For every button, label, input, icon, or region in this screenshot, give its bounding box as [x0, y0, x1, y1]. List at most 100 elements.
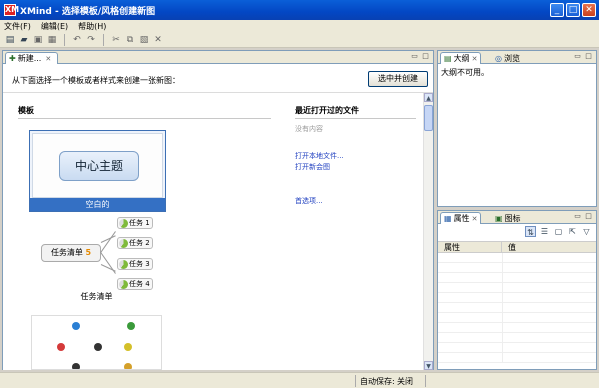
cut-icon[interactable]: ✂ [110, 34, 122, 46]
vertical-scrollbar[interactable]: ▲ ▼ [423, 93, 433, 370]
status-bar: 自动保存: 关闭 [0, 372, 599, 388]
table-row [438, 263, 596, 273]
column-header-value[interactable]: 值 [502, 242, 596, 252]
save-icon[interactable]: ▣ [32, 34, 44, 46]
print-icon[interactable]: ▦ [46, 34, 58, 46]
toolbar-separator [103, 33, 104, 46]
open-local-file-link[interactable]: 打开本地文件... [295, 151, 344, 161]
minimize-view-icon[interactable]: ▭ [573, 52, 582, 61]
tab-overview[interactable]: ◎ 浏览 [492, 52, 523, 64]
paste-icon[interactable]: ▧ [138, 34, 150, 46]
menu-edit[interactable]: 编辑(E) [41, 21, 68, 32]
close-icon[interactable]: ✕ [472, 215, 478, 223]
table-row [438, 323, 596, 333]
new-icon[interactable]: ▤ [4, 34, 16, 46]
tab-markers-label: 图标 [504, 213, 521, 223]
tab-new[interactable]: ✚ 新建... ✕ [5, 52, 59, 64]
minimize-view-icon[interactable]: ▭ [573, 212, 582, 221]
heading-divider [295, 118, 416, 119]
template-task-list-caption: 任务清单 [80, 292, 113, 301]
topic-node-icon [72, 322, 80, 330]
template-org-chart[interactable] [31, 315, 162, 370]
scroll-up-icon[interactable]: ▲ [424, 93, 433, 102]
close-button[interactable]: ✕ [582, 3, 596, 17]
table-row [438, 313, 596, 323]
preferences-link[interactable]: 首选项... [295, 196, 323, 206]
status-separator [425, 375, 426, 387]
menu-help[interactable]: 帮助(H) [78, 21, 106, 32]
scroll-thumb[interactable] [424, 105, 433, 131]
task-node: 任务 4 [117, 278, 153, 290]
undo-icon[interactable]: ↶ [71, 34, 83, 46]
open-icon[interactable]: ▰ [18, 34, 30, 46]
template-chooser: 模板 中心主题 空白的 任务清单 5 任务 1 任务 2 任务 3 任务 4 任… [3, 92, 433, 370]
tab-markers[interactable]: ▣ 图标 [492, 212, 524, 224]
open-new-map-link[interactable]: 打开新会图 [295, 162, 330, 172]
copy-icon[interactable]: ⧉ [124, 34, 136, 46]
table-row [438, 303, 596, 313]
table-row [438, 253, 596, 263]
task-node-label: 任务 1 [129, 219, 150, 227]
scroll-down-icon[interactable]: ▼ [424, 361, 433, 370]
view-menu-icon[interactable]: ▽ [581, 226, 592, 237]
tab-properties[interactable]: ▦ 属性 ✕ [440, 212, 482, 224]
maximize-view-icon[interactable]: □ [584, 52, 593, 61]
recent-files-empty: 没有内容 [295, 125, 323, 133]
markers-icon: ▣ [495, 213, 503, 223]
progress-pie-icon [119, 280, 128, 289]
categories-icon[interactable]: ⇅ [525, 226, 536, 237]
maximize-view-icon[interactable]: □ [584, 212, 593, 221]
topic-node-icon [72, 363, 80, 369]
window-controls: _ □ ✕ [550, 3, 596, 17]
status-separator [355, 375, 356, 387]
minimize-view-icon[interactable]: ▭ [410, 52, 419, 61]
properties-toolbar: ⇅ ☰ ▢ ⇱ ▽ [438, 224, 596, 239]
outline-panel: ▤ 大纲 ✕ ◎ 浏览 ▭ □ 大纲不可用。 [437, 50, 597, 207]
maximize-view-icon[interactable]: □ [421, 52, 430, 61]
advanced-icon[interactable]: ☰ [539, 226, 550, 237]
delete-icon[interactable]: ✕ [152, 34, 164, 46]
templates-heading: 模板 [18, 106, 34, 115]
task-node-label: 任务 2 [129, 239, 150, 247]
connector-line [100, 252, 116, 274]
progress-pie-icon [119, 219, 128, 228]
template-blank[interactable]: 中心主题 空白的 [29, 130, 166, 212]
progress-pie-icon [119, 260, 128, 269]
template-task-list[interactable]: 任务清单 5 任务 1 任务 2 任务 3 任务 4 [31, 217, 162, 290]
tab-outline-label: 大纲 [453, 54, 470, 63]
properties-table: 属性 值 [438, 241, 596, 363]
select-and-create-button[interactable]: 选中并创建 [368, 71, 428, 87]
autosave-value[interactable]: 关闭 [397, 376, 413, 387]
close-icon[interactable]: ✕ [45, 55, 51, 63]
properties-view-controls: ▭ □ [573, 212, 593, 221]
topic-node-icon [124, 363, 132, 369]
template-blank-caption: 空白的 [30, 198, 165, 211]
task-node-label: 任务 3 [129, 260, 150, 268]
minimize-button[interactable]: _ [550, 3, 564, 17]
close-icon[interactable]: ✕ [472, 55, 478, 63]
menu-bar: 文件(F) 编辑(E) 帮助(H) [0, 20, 599, 32]
topic-node-icon [127, 322, 135, 330]
column-header-property[interactable]: 属性 [438, 242, 502, 252]
redo-icon[interactable]: ↷ [85, 34, 97, 46]
title-bar: XM XMind - 选择模板/风格创建新图 _ □ ✕ [0, 0, 599, 20]
menu-file[interactable]: 文件(F) [4, 21, 31, 32]
restore-default-icon[interactable]: ▢ [553, 226, 564, 237]
task-node: 任务 1 [117, 217, 153, 229]
toolbar-separator [64, 33, 65, 46]
outline-tab-strip: ▤ 大纲 ✕ ◎ 浏览 ▭ □ [438, 51, 596, 64]
table-row [438, 273, 596, 283]
template-blank-preview: 中心主题 [32, 133, 163, 198]
task-node: 任务 2 [117, 237, 153, 249]
tab-new-label: 新建... [17, 54, 42, 63]
table-row [438, 343, 596, 353]
templates-column: 模板 中心主题 空白的 任务清单 5 任务 1 任务 2 任务 3 任务 4 任… [3, 93, 285, 370]
tab-outline[interactable]: ▤ 大纲 ✕ [440, 52, 482, 64]
pin-icon[interactable]: ⇱ [567, 226, 578, 237]
maximize-button[interactable]: □ [566, 3, 580, 17]
topic-node-icon [57, 343, 65, 351]
topic-node-icon [124, 343, 132, 351]
outline-icon: ▤ [444, 54, 452, 63]
task-root-label: 任务清单 [50, 248, 83, 257]
toolbar: ▤ ▰ ▣ ▦ ↶ ↷ ✂ ⧉ ▧ ✕ [0, 32, 599, 48]
